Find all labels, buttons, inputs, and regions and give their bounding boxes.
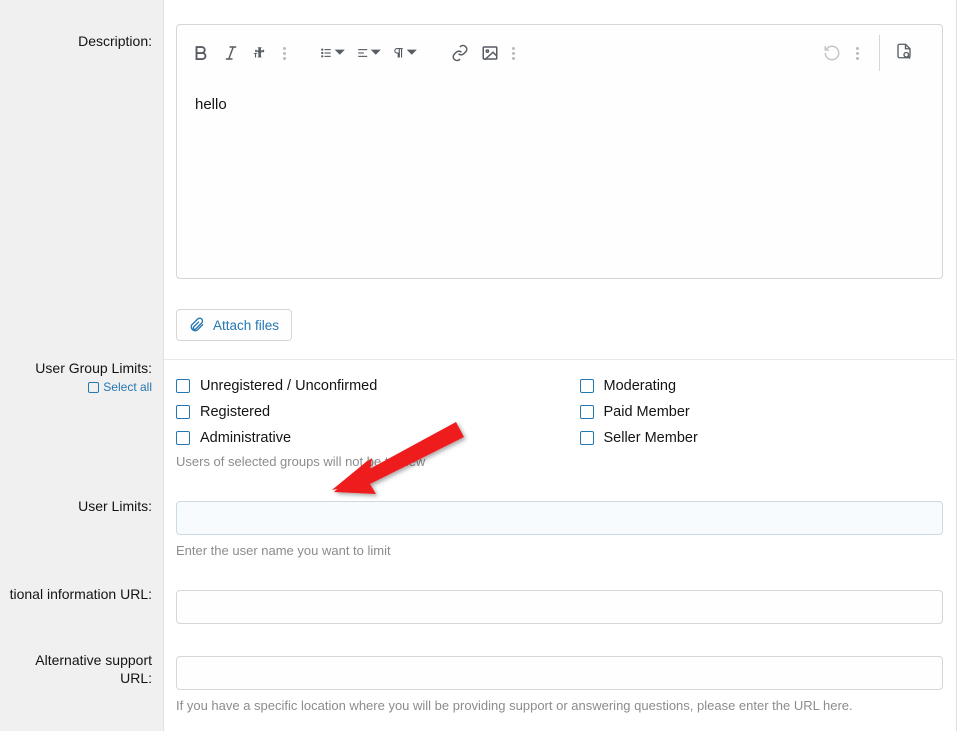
select-all-link[interactable]: Select all — [88, 380, 152, 394]
user-limits-label: User Limits: — [78, 498, 152, 514]
description-textarea[interactable]: hello — [177, 82, 942, 278]
user-limits-helper: Enter the user name you want to limit — [176, 543, 943, 558]
attach-files-button[interactable]: Attach files — [176, 309, 292, 341]
support-url-label: Alternative support URL: — [35, 652, 152, 686]
preview-icon[interactable] — [894, 41, 914, 61]
attach-files-label: Attach files — [213, 318, 279, 333]
paragraph-icon[interactable] — [392, 43, 418, 63]
user-limits-input[interactable] — [176, 501, 943, 535]
bold-icon[interactable] — [191, 43, 211, 63]
description-editor: тT — [176, 24, 943, 279]
description-label: Description: — [78, 33, 152, 49]
user-group-helper: Users of selected groups will not be to … — [176, 454, 943, 469]
more-insert-icon[interactable] — [510, 47, 517, 60]
user-group-checkbox-grid: Unregistered / Unconfirmed Registered Ad… — [176, 378, 943, 446]
information-url-input[interactable] — [176, 590, 943, 624]
checkbox-unregistered[interactable]: Unregistered / Unconfirmed — [176, 378, 540, 394]
support-url-input[interactable] — [176, 656, 943, 690]
checkbox-administrative[interactable]: Administrative — [176, 430, 540, 446]
bullet-list-icon[interactable] — [320, 43, 346, 63]
align-icon[interactable] — [356, 43, 382, 63]
support-url-helper: If you have a specific location where yo… — [176, 698, 943, 713]
svg-text:тT: тT — [254, 51, 263, 60]
undo-icon[interactable] — [822, 43, 842, 63]
checkbox-registered[interactable]: Registered — [176, 404, 540, 420]
text-size-icon[interactable]: тT — [251, 43, 271, 63]
more-formatting-icon[interactable] — [281, 47, 288, 60]
link-icon[interactable] — [450, 43, 470, 63]
information-url-label: tional information URL: — [10, 586, 152, 602]
select-all-text: Select all — [103, 380, 152, 394]
editor-toolbar: тT — [177, 25, 942, 82]
checkbox-moderating[interactable]: Moderating — [580, 378, 944, 394]
checkbox-paid-member[interactable]: Paid Member — [580, 404, 944, 420]
more-actions-icon[interactable] — [854, 47, 861, 60]
paperclip-icon — [189, 317, 205, 333]
image-icon[interactable] — [480, 43, 500, 63]
select-all-checkbox-icon — [88, 382, 99, 393]
checkbox-seller-member[interactable]: Seller Member — [580, 430, 944, 446]
user-group-limits-label: User Group Limits: — [1, 360, 152, 376]
italic-icon[interactable] — [221, 43, 241, 63]
